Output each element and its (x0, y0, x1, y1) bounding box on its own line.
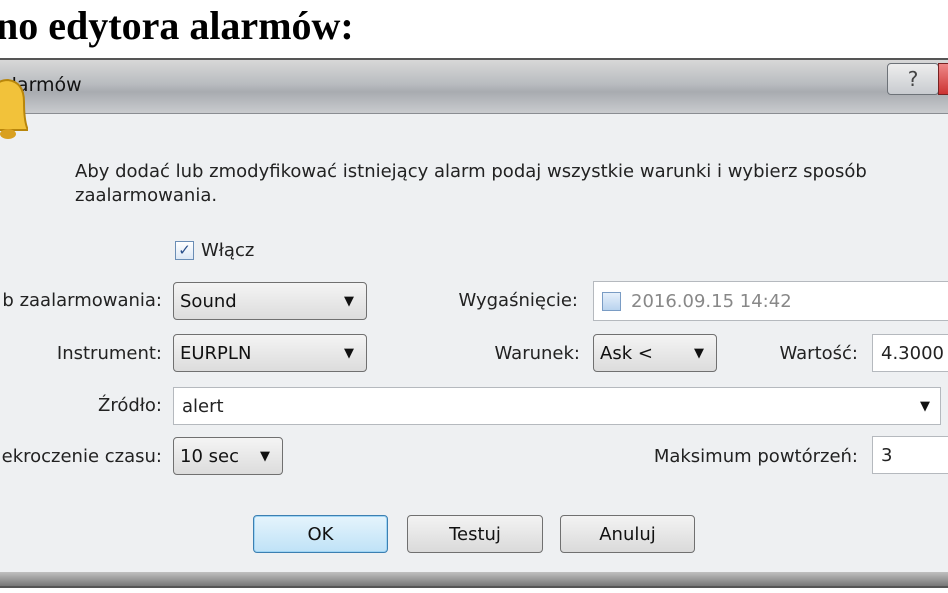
condition-select[interactable]: Ask < ▼ (593, 334, 717, 372)
enable-label: Włącz (201, 240, 255, 261)
expiry-checkbox[interactable] (602, 291, 621, 311)
ok-button[interactable]: OK (253, 515, 388, 553)
value-input[interactable]: 4.3000 (872, 334, 948, 372)
expiry-label: Wygaśnięcie: (458, 290, 579, 311)
close-button[interactable] (938, 63, 948, 95)
alert-method-value: Sound (180, 290, 237, 312)
condition-label: Warunek: (494, 343, 580, 364)
source-combobox[interactable]: alert ▼ (173, 387, 941, 425)
expiry-field[interactable]: 2016.09.15 14:42 (593, 281, 948, 321)
enable-checkbox[interactable]: ✓ (175, 241, 194, 260)
cancel-button[interactable]: Anuluj (560, 515, 695, 553)
chevron-down-icon: ▼ (344, 345, 354, 361)
condition-value: Ask < (600, 342, 653, 364)
description-text: Aby dodać lub zmodyfikować istniejący al… (75, 161, 867, 206)
instrument-label: Instrument: (56, 343, 162, 364)
page-heading: no edytora alarmów: (0, 3, 354, 48)
expiry-value: 2016.09.15 14:42 (631, 290, 792, 312)
source-label: Źródło: (98, 395, 162, 416)
alert-method-label: b zaalarmowania: (2, 290, 162, 311)
alert-method-select[interactable]: Sound ▼ (173, 282, 367, 320)
source-value: alert (182, 395, 224, 417)
instrument-value: EURPLN (180, 342, 252, 364)
bell-icon (0, 78, 28, 139)
chevron-down-icon[interactable]: ▼ (920, 399, 930, 414)
timeout-select[interactable]: 10 sec ▼ (173, 437, 283, 475)
timeout-value: 10 sec (180, 445, 239, 467)
dialog-bottom-edge (0, 572, 948, 586)
timeout-label: ekroczenie czasu: (1, 446, 162, 467)
max-repeats-label: Maksimum powtórzeń: (653, 446, 858, 467)
alarm-editor-dialog: alarmów ? (0, 58, 948, 588)
chevron-down-icon: ▼ (260, 448, 270, 464)
test-button[interactable]: Testuj (407, 515, 543, 553)
chevron-down-icon: ▼ (694, 345, 704, 361)
chevron-down-icon: ▼ (344, 293, 354, 309)
instrument-select[interactable]: EURPLN ▼ (173, 334, 367, 372)
title-bar[interactable]: alarmów ? (0, 60, 948, 114)
max-repeats-input[interactable]: 3 (872, 436, 948, 474)
value-label: Wartość: (779, 343, 859, 364)
help-button[interactable]: ? (887, 63, 939, 95)
